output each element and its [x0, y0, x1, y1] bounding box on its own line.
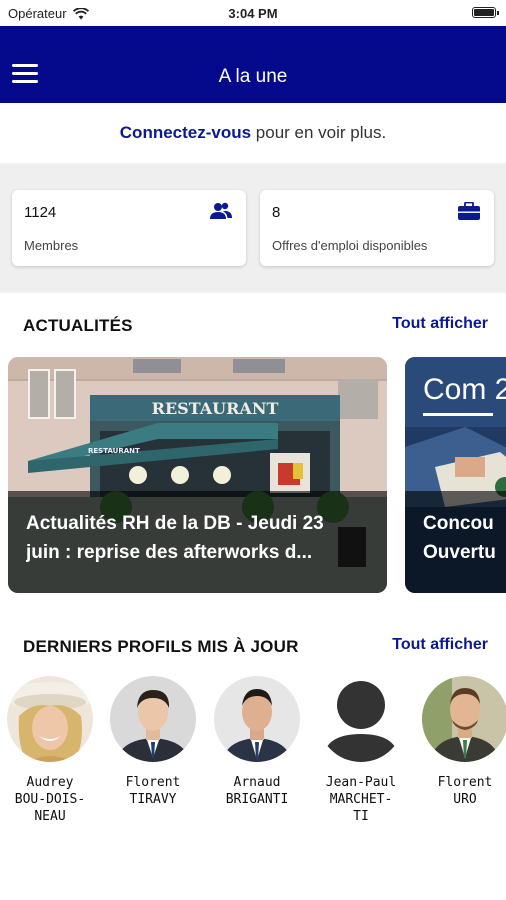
news-section-title: ACTUALITÉS	[23, 316, 133, 335]
svg-text:RESTAURANT: RESTAURANT	[152, 399, 279, 418]
navigation-bar: A la une	[0, 26, 506, 103]
news-card[interactable]: RESTAURANT RESTAURANT Actualités RH de l…	[8, 357, 387, 593]
job-offers-label: Offres d'emploi disponibles	[272, 238, 428, 253]
profile-name: Florent TIRAVY	[125, 775, 181, 807]
profiles-see-all-link[interactable]: Tout afficher	[392, 636, 488, 654]
login-link[interactable]: Connectez-vous	[120, 123, 251, 142]
job-offers-count: 8	[272, 204, 281, 221]
profile-name: Arnaud BRIGANTI	[225, 775, 289, 807]
login-prompt-text: pour en voir plus.	[251, 123, 387, 142]
avatar-placeholder-icon	[318, 676, 404, 762]
stats-section: 1124 Membres 8 Offres d'emploi disponibl…	[0, 163, 506, 293]
page-title: A la une	[218, 66, 288, 87]
avatar	[110, 676, 196, 762]
news-card-title: Concou Ouvertu	[423, 513, 496, 563]
svg-text:Com 2: Com 2	[423, 373, 506, 406]
news-card-title: Actualités RH de la DB - Jeudi 23 juin :…	[26, 513, 324, 563]
job-offers-card[interactable]: 8 Offres d'emploi disponibles	[260, 190, 494, 266]
profiles-section-title: DERNIERS PROFILS MIS À JOUR	[23, 637, 299, 656]
svg-text:RESTAURANT: RESTAURANT	[88, 447, 140, 455]
avatar	[422, 676, 506, 762]
profile-card[interactable]: Audrey BOU-DOIS- NEAU	[2, 676, 98, 825]
profile-card[interactable]: Florent TIRAVY	[105, 676, 201, 808]
profile-card[interactable]: Jean-Paul MARCHET- TI	[313, 676, 409, 825]
login-prompt: Connectez-vous pour en voir plus.	[0, 103, 506, 163]
profile-card[interactable]: Florent URO	[417, 676, 506, 808]
battery-icon	[472, 7, 499, 18]
status-bar: Opérateur 3:04 PM	[0, 0, 506, 26]
members-label: Membres	[24, 238, 79, 253]
profile-name: Audrey BOU-DOIS- NEAU	[14, 775, 86, 824]
profile-name: Florent URO	[437, 775, 493, 807]
members-icon	[210, 202, 232, 219]
news-card[interactable]: Com 2 Concou Ouvertu	[405, 357, 506, 593]
news-see-all-link[interactable]: Tout afficher	[392, 315, 488, 333]
briefcase-icon	[458, 202, 480, 220]
profile-name: Jean-Paul MARCHET- TI	[325, 775, 397, 824]
clock: 3:04 PM	[228, 6, 278, 21]
members-count: 1124	[24, 204, 57, 221]
avatar	[7, 676, 93, 762]
members-card[interactable]: 1124 Membres	[12, 190, 246, 266]
profile-card[interactable]: Arnaud BRIGANTI	[209, 676, 305, 808]
avatar	[214, 676, 300, 762]
